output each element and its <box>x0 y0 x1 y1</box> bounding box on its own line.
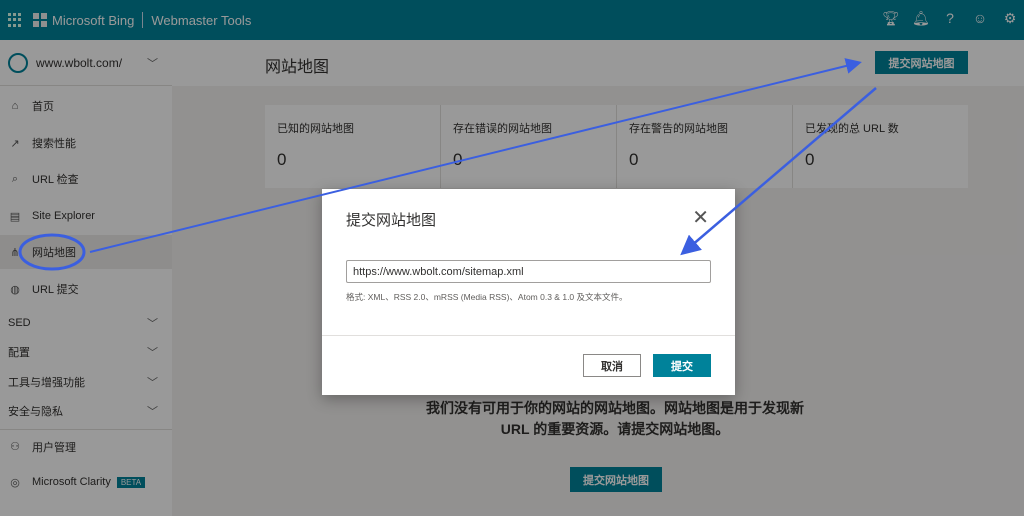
highlight-circle <box>18 233 86 271</box>
annotation-layer <box>18 58 877 271</box>
annotation-arrow <box>680 87 877 256</box>
annotation-arrow <box>89 58 862 253</box>
